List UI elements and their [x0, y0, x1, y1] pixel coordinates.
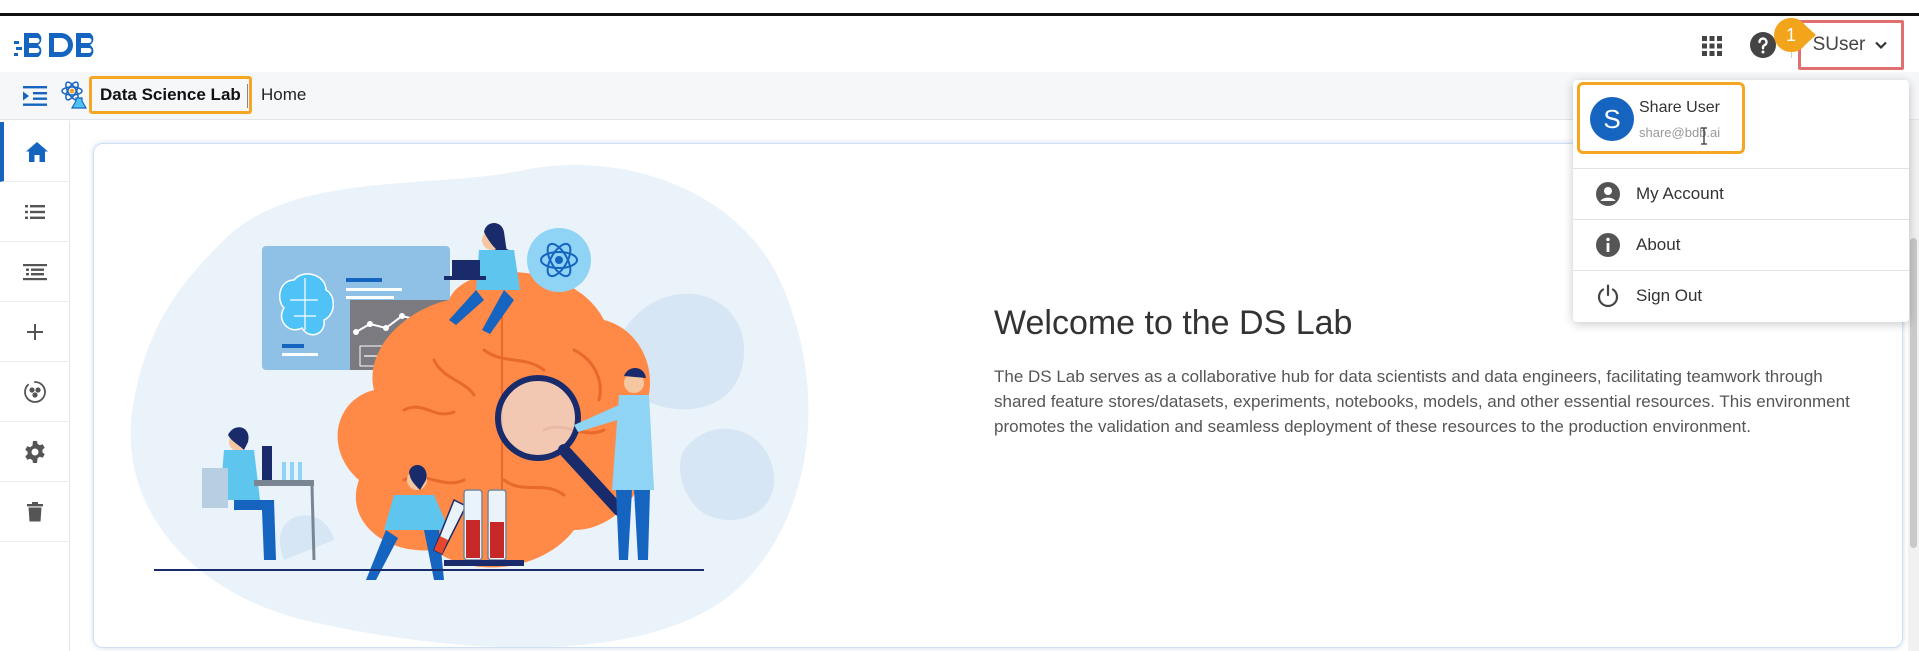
avatar: S: [1590, 97, 1634, 141]
scrollbar-thumb[interactable]: [1910, 238, 1917, 548]
breadcrumb-app-name[interactable]: Data Science Lab: [89, 76, 252, 114]
menu-indent-icon[interactable]: [22, 85, 48, 107]
menu-item-my-account[interactable]: My Account: [1573, 169, 1909, 219]
sidebar: [0, 121, 70, 651]
menu-item-label: My Account: [1636, 184, 1724, 203]
sidebar-item-settings[interactable]: [0, 422, 69, 482]
breadcrumb-separator: [247, 84, 248, 108]
power-icon: [1597, 284, 1619, 308]
ds-lab-hero-illustration: [130, 165, 809, 647]
data-science-lab-icon: [61, 81, 88, 109]
welcome-description: The DS Lab serves as a collaborative hub…: [994, 367, 1850, 436]
menu-item-about[interactable]: About: [1573, 220, 1909, 270]
top-bar: SUser 1: [0, 16, 1919, 72]
user-menu-label: SUser: [1812, 34, 1866, 55]
welcome-title: Welcome to the DS Lab: [994, 304, 1353, 342]
model-hub-icon: [23, 380, 46, 403]
gear-icon: [24, 440, 45, 463]
sidebar-item-home[interactable]: [0, 122, 69, 182]
page-scrollbar[interactable]: [1908, 120, 1919, 651]
help-icon[interactable]: [1749, 31, 1777, 59]
step-marker-badge: 1: [1774, 18, 1816, 52]
sidebar-item-list[interactable]: [0, 182, 69, 242]
sidebar-item-create[interactable]: [0, 302, 69, 362]
sidebar-item-model-hub[interactable]: [0, 362, 69, 422]
info-icon: [1596, 233, 1620, 257]
apps-grid-icon[interactable]: [1700, 34, 1724, 58]
plus-icon: [26, 323, 43, 340]
user-dropdown-menu: S Share User share@bdb.ai My Account Abo…: [1573, 80, 1909, 322]
list-icon: [24, 204, 45, 219]
chevron-down-icon: [1875, 41, 1888, 50]
sidebar-item-tasks[interactable]: [0, 242, 69, 302]
menu-item-sign-out[interactable]: Sign Out: [1573, 271, 1909, 321]
home-icon: [25, 141, 48, 162]
trash-icon: [26, 501, 43, 521]
menu-item-label: Sign Out: [1636, 286, 1703, 305]
breadcrumb-home[interactable]: Home: [261, 85, 306, 105]
user-profile-card[interactable]: S Share User share@bdb.ai: [1577, 82, 1745, 154]
menu-item-label: About: [1636, 235, 1681, 254]
page: SUser 1 Data Science Lab Home Welcome to…: [0, 0, 1919, 651]
account-circle-icon: [1596, 182, 1620, 206]
text-cursor-icon: [1701, 127, 1707, 145]
tasks-icon: [22, 263, 47, 280]
step-marker-number: 1: [1785, 25, 1796, 45]
bdb-logo[interactable]: [14, 28, 100, 62]
profile-name: Share User: [1639, 99, 1720, 116]
sidebar-item-trash[interactable]: [0, 482, 69, 542]
